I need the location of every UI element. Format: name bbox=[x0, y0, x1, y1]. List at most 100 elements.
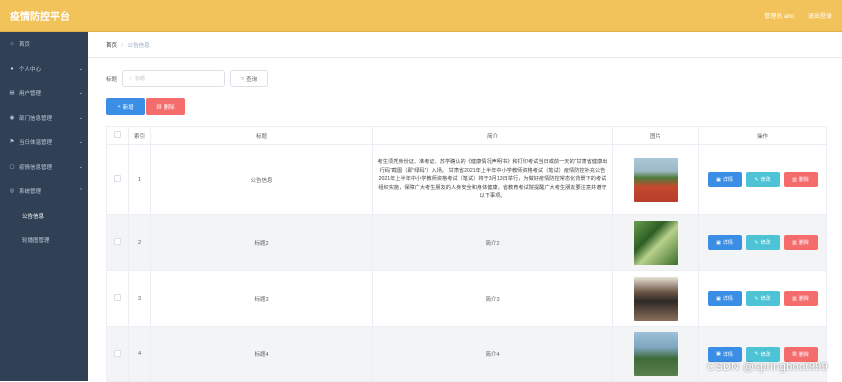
running-track-photo bbox=[633, 157, 678, 202]
row-select-cell bbox=[106, 326, 129, 382]
location-icon: ◉ bbox=[9, 114, 15, 121]
user-icon: ● bbox=[10, 65, 14, 72]
trash-icon: ▥ bbox=[792, 351, 797, 357]
add-button-label: 新增 bbox=[122, 104, 134, 111]
chevron-down-icon: ⌄ bbox=[78, 163, 83, 170]
search-input[interactable]: ○ 标题 bbox=[122, 70, 226, 87]
detail-label: 详情 bbox=[722, 177, 733, 183]
row-select-cell bbox=[106, 214, 129, 271]
detail-label: 详情 bbox=[722, 240, 733, 246]
row-select-cell bbox=[106, 144, 129, 215]
sidebar-item-label: 部门信息管理 bbox=[19, 115, 53, 122]
delete-label: 删除 bbox=[798, 296, 809, 302]
detail-button[interactable]: ▣ 详情 bbox=[707, 172, 742, 187]
column-header: 索引 bbox=[128, 126, 151, 145]
row-select-cell bbox=[106, 270, 129, 327]
detail-icon: ▣ bbox=[716, 239, 721, 246]
image-cell bbox=[612, 326, 699, 382]
sidebar-item-label: 首页 bbox=[19, 42, 31, 49]
select-all-checkbox[interactable] bbox=[114, 131, 121, 138]
sidebar-item-users[interactable]: ▤ 用户管理 ⌄ bbox=[0, 81, 88, 106]
image-cell bbox=[612, 144, 699, 215]
add-button[interactable]: + 新增 bbox=[106, 98, 145, 115]
detail-icon: ▣ bbox=[716, 295, 721, 302]
column-header: 图片 bbox=[612, 126, 699, 145]
edit-icon: ✎ bbox=[754, 176, 759, 183]
current-user-label: 管理员 abo bbox=[764, 14, 794, 20]
index-cell: 1 bbox=[128, 144, 151, 215]
search-bar: 标题 ○ 标题 ○ 查询 bbox=[106, 70, 269, 87]
title-cell: 标题4 bbox=[150, 326, 373, 382]
intro-cell: 简介3 bbox=[372, 270, 613, 327]
sidebar-item-personal-center[interactable]: ● 个人中心 ⌄ bbox=[0, 57, 88, 82]
sidebar-item-epidemic-info[interactable]: ▢ 疫情信息管理 ⌄ bbox=[0, 155, 88, 180]
list-icon: ▤ bbox=[9, 90, 15, 97]
detail-button[interactable]: ▣ 详情 bbox=[707, 291, 742, 306]
sidebar-item-label: 轮播图管理 bbox=[22, 238, 50, 245]
sidebar: ⌂ 首页 ● 个人中心 ⌄ ▤ 用户管理 ⌄ ◉ 部门信息管理 ⌄ ⚑ 当日体温… bbox=[0, 32, 88, 381]
table-row: 2 标题2 简介2 ▣ 详情 ✎ 修改 ▥ 删除 bbox=[106, 214, 827, 271]
home-icon: ⌂ bbox=[10, 41, 14, 48]
sidebar-item-system[interactable]: ◎ 系统管理 ⌃ bbox=[0, 179, 88, 204]
breadcrumb-current: 公告信息 bbox=[127, 43, 150, 49]
flag-icon: ⚑ bbox=[9, 139, 15, 146]
title-cell: 公告信息 bbox=[150, 144, 373, 215]
search-icon: ○ bbox=[129, 75, 133, 82]
classroom-photo bbox=[633, 276, 678, 321]
plus-icon: + bbox=[117, 103, 121, 110]
detail-icon: ▣ bbox=[716, 351, 721, 357]
logout-link[interactable]: 退出登录 bbox=[808, 11, 832, 20]
title-cell: 标题2 bbox=[150, 214, 373, 271]
row-checkbox[interactable] bbox=[114, 238, 121, 245]
edit-label: 修改 bbox=[760, 351, 771, 358]
sidebar-item-label: 个人中心 bbox=[19, 66, 42, 73]
row-delete-button[interactable]: ▥ 删除 bbox=[783, 172, 818, 187]
detail-icon: ▣ bbox=[716, 176, 721, 183]
campus-path-photo bbox=[633, 220, 678, 265]
sidebar-subitem-announcements[interactable]: 公告信息 bbox=[0, 204, 88, 229]
edit-button[interactable]: ✎ 修改 bbox=[745, 172, 780, 187]
sidebar-item-departments[interactable]: ◉ 部门信息管理 ⌄ bbox=[0, 106, 88, 131]
edit-label: 修改 bbox=[760, 240, 771, 246]
delete-label: 删除 bbox=[798, 177, 809, 183]
row-checkbox[interactable] bbox=[114, 349, 121, 357]
sidebar-item-label: 公告信息 bbox=[22, 213, 45, 220]
actions-cell: ▣ 详情 ✎ 修改 ▥ 删除 bbox=[698, 326, 827, 382]
delete-button-label: 删除 bbox=[163, 104, 175, 111]
detail-button[interactable]: ▣ 详情 bbox=[707, 346, 742, 362]
row-checkbox[interactable] bbox=[114, 294, 121, 301]
edit-button[interactable]: ✎ 修改 bbox=[745, 346, 780, 362]
divider bbox=[88, 57, 842, 58]
edit-icon: ✎ bbox=[754, 239, 759, 246]
sidebar-item-home[interactable]: ⌂ 首页 bbox=[0, 32, 88, 57]
row-checkbox[interactable] bbox=[114, 175, 121, 182]
toolbar: + 新增 ▥ 删除 bbox=[106, 98, 185, 115]
search-button[interactable]: ○ 查询 bbox=[230, 70, 269, 87]
csdn-watermark: CSDN @springboot999 bbox=[707, 361, 828, 373]
sidebar-item-label: 当日体温管理 bbox=[19, 140, 53, 147]
detail-label: 详情 bbox=[722, 351, 733, 358]
table-row: 1 公告信息 考生须凭身份证、准考证、苏学确认的《健康情况声明书》和打印考试当日… bbox=[106, 144, 827, 215]
index-cell: 3 bbox=[128, 270, 151, 327]
settings-icon: ◎ bbox=[9, 188, 15, 195]
row-delete-button[interactable]: ▥ 删除 bbox=[783, 291, 818, 306]
sidebar-item-temperature[interactable]: ⚑ 当日体温管理 ⌄ bbox=[0, 130, 88, 155]
delete-button[interactable]: ▥ 删除 bbox=[146, 98, 185, 115]
row-delete-button[interactable]: ▥ 删除 bbox=[783, 235, 818, 250]
edit-button[interactable]: ✎ 修改 bbox=[745, 291, 780, 306]
intro-text: 考生须凭身份证、准考证、苏学确认的《健康情况声明书》和打印考试当日或前一天的“甘… bbox=[377, 159, 608, 200]
edit-label: 修改 bbox=[760, 296, 771, 302]
index-cell: 2 bbox=[128, 214, 151, 271]
announcement-table: 索引 标题 简介 图片 操作 1 公告信息 考生须凭身份证、准考证、苏学确认的《… bbox=[106, 126, 827, 382]
sidebar-subitem-carousel[interactable]: 轮播图管理 bbox=[0, 228, 88, 253]
edit-button[interactable]: ✎ 修改 bbox=[745, 235, 780, 250]
detail-button[interactable]: ▣ 详情 bbox=[707, 235, 742, 250]
table-header-row: 索引 标题 简介 图片 操作 bbox=[106, 126, 827, 145]
column-header: 操作 bbox=[698, 126, 827, 145]
row-delete-button[interactable]: ▥ 删除 bbox=[783, 346, 818, 362]
chevron-down-icon: ⌄ bbox=[78, 90, 83, 97]
delete-label: 删除 bbox=[798, 351, 809, 358]
chevron-up-icon: ⌃ bbox=[78, 188, 83, 195]
breadcrumb-home[interactable]: 首页 bbox=[106, 43, 117, 49]
edit-icon: ✎ bbox=[754, 351, 759, 357]
